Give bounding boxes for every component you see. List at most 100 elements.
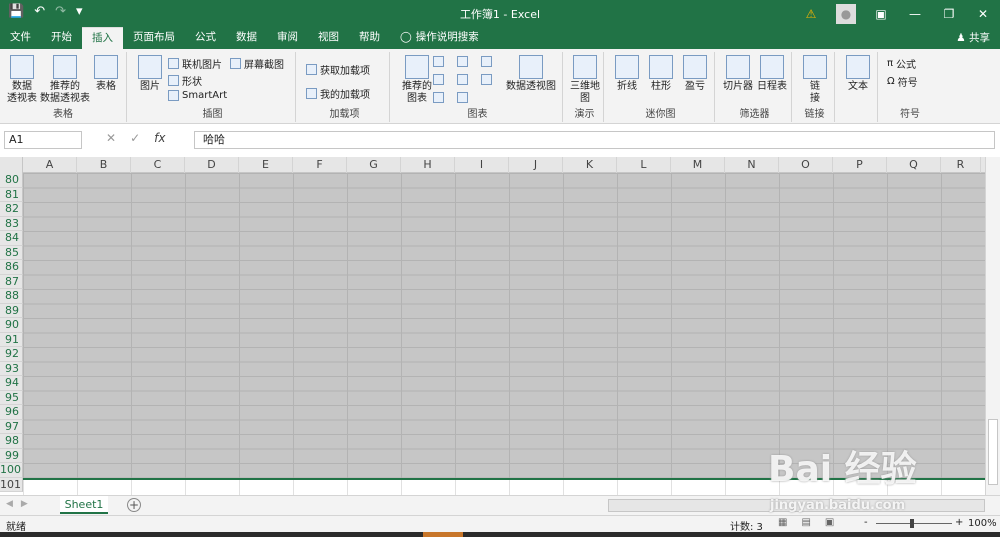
- zoom-slider-thumb[interactable]: [910, 519, 914, 528]
- row-header[interactable]: 85: [0, 245, 23, 260]
- zoom-level[interactable]: 100%: [968, 518, 997, 529]
- pie-chart-button[interactable]: [433, 92, 444, 103]
- sheet-tab[interactable]: Sheet1: [60, 496, 108, 514]
- enter-icon[interactable]: ✓: [130, 131, 140, 145]
- avatar[interactable]: ●: [836, 3, 856, 24]
- link-button[interactable]: 链 接: [801, 55, 829, 105]
- slicer-button[interactable]: 切片器: [722, 55, 754, 93]
- scatter-chart-button[interactable]: [457, 92, 468, 103]
- symbol-button[interactable]: Ω 符号: [887, 74, 918, 89]
- row-header[interactable]: 99: [0, 448, 23, 463]
- online-picture-button[interactable]: 联机图片: [168, 56, 222, 71]
- minimize-icon[interactable]: —: [898, 7, 932, 21]
- select-all-corner[interactable]: [0, 157, 23, 173]
- share-button[interactable]: ♟ 共享: [956, 30, 990, 45]
- ribbon-display-icon[interactable]: ▣: [864, 7, 898, 21]
- column-header[interactable]: L: [617, 157, 671, 173]
- row-header[interactable]: 80: [0, 173, 23, 188]
- timeline-button[interactable]: 日程表: [756, 55, 788, 93]
- row-header[interactable]: 82: [0, 202, 23, 217]
- column-header[interactable]: K: [563, 157, 617, 173]
- get-addins-button[interactable]: 获取加载项: [306, 62, 370, 77]
- shapes-button[interactable]: 形状: [168, 73, 202, 88]
- hierarchy-chart-button[interactable]: [457, 56, 468, 67]
- tab-file[interactable]: 文件: [0, 27, 41, 49]
- sparkline-winloss-button[interactable]: 盈亏: [681, 55, 709, 93]
- text-button[interactable]: 文本: [844, 55, 872, 93]
- row-header[interactable]: 89: [0, 303, 23, 318]
- column-header[interactable]: R: [941, 157, 981, 173]
- tab-data[interactable]: 数据: [226, 27, 267, 49]
- column-header[interactable]: O: [779, 157, 833, 173]
- prev-sheet-icon[interactable]: ◀: [6, 499, 13, 509]
- zoom-out-button[interactable]: -: [864, 517, 868, 528]
- pivot-table-button[interactable]: 数据 透视表: [6, 55, 38, 105]
- column-header[interactable]: M: [671, 157, 725, 173]
- column-header[interactable]: D: [185, 157, 239, 173]
- column-header[interactable]: F: [293, 157, 347, 173]
- selected-cells[interactable]: [23, 173, 985, 480]
- column-header[interactable]: P: [833, 157, 887, 173]
- tab-page-layout[interactable]: 页面布局: [123, 27, 185, 49]
- insert-function-icon[interactable]: fx: [154, 131, 165, 145]
- sparkline-column-button[interactable]: 柱形: [647, 55, 675, 93]
- column-header[interactable]: I: [455, 157, 509, 173]
- row-header[interactable]: 92: [0, 347, 23, 362]
- statistic-chart-button[interactable]: [457, 74, 468, 85]
- column-header[interactable]: Q: [887, 157, 941, 173]
- column-header[interactable]: N: [725, 157, 779, 173]
- zoom-slider[interactable]: [876, 523, 952, 524]
- smartart-button[interactable]: SmartArt: [168, 90, 227, 101]
- line-chart-button[interactable]: [433, 74, 444, 85]
- column-header[interactable]: G: [347, 157, 401, 173]
- row-header[interactable]: 83: [0, 216, 23, 231]
- page-layout-view-icon[interactable]: ▤: [801, 517, 810, 528]
- tab-help[interactable]: 帮助: [349, 27, 390, 49]
- row-header[interactable]: 101: [0, 477, 23, 492]
- vertical-scroll-thumb[interactable]: [988, 419, 998, 485]
- next-sheet-icon[interactable]: ▶: [21, 499, 28, 509]
- row-header[interactable]: 95: [0, 390, 23, 405]
- pivot-chart-button[interactable]: 数据透视图: [505, 55, 557, 93]
- recommended-pivot-button[interactable]: 推荐的 数据透视表: [40, 55, 90, 105]
- warning-icon[interactable]: ⚠: [794, 7, 828, 21]
- my-addins-button[interactable]: 我的加载项: [306, 86, 370, 101]
- 3d-map-button[interactable]: 三维地 图: [569, 55, 601, 105]
- column-header[interactable]: E: [239, 157, 293, 173]
- row-header[interactable]: 98: [0, 434, 23, 449]
- cancel-icon[interactable]: ✕: [106, 131, 116, 145]
- row-header[interactable]: 100: [0, 463, 23, 478]
- normal-view-icon[interactable]: ▦: [778, 517, 787, 528]
- formula-input[interactable]: 哈哈: [194, 131, 995, 149]
- close-icon[interactable]: ✕: [966, 7, 1000, 21]
- column-header[interactable]: J: [509, 157, 563, 173]
- row-header[interactable]: 81: [0, 187, 23, 202]
- taskbar-app[interactable]: [423, 532, 463, 537]
- row-header[interactable]: 88: [0, 289, 23, 304]
- row-header[interactable]: 86: [0, 260, 23, 275]
- tab-review[interactable]: 审阅: [267, 27, 308, 49]
- row-header[interactable]: 87: [0, 274, 23, 289]
- waterfall-chart-button[interactable]: [481, 56, 492, 67]
- equation-button[interactable]: π 公式: [887, 56, 916, 71]
- tell-me-search[interactable]: ◯ 操作说明搜索: [390, 27, 489, 49]
- add-sheet-icon[interactable]: +: [127, 498, 141, 512]
- tab-view[interactable]: 视图: [308, 27, 349, 49]
- zoom-in-button[interactable]: +: [955, 517, 963, 528]
- tab-insert[interactable]: 插入: [82, 27, 123, 49]
- row-header[interactable]: 96: [0, 405, 23, 420]
- row-header[interactable]: 93: [0, 361, 23, 376]
- row-header[interactable]: 90: [0, 318, 23, 333]
- row-header[interactable]: 84: [0, 231, 23, 246]
- column-header[interactable]: B: [77, 157, 131, 173]
- row-header[interactable]: 97: [0, 419, 23, 434]
- column-header[interactable]: H: [401, 157, 455, 173]
- recommended-charts-button[interactable]: 推荐的 图表: [399, 55, 435, 105]
- column-header[interactable]: A: [23, 157, 77, 173]
- picture-button[interactable]: 图片: [136, 55, 164, 93]
- tab-home[interactable]: 开始: [41, 27, 82, 49]
- column-header[interactable]: C: [131, 157, 185, 173]
- screenshot-button[interactable]: 屏幕截图: [230, 56, 284, 71]
- table-button[interactable]: 表格: [92, 55, 120, 93]
- vertical-scrollbar[interactable]: [985, 157, 1000, 497]
